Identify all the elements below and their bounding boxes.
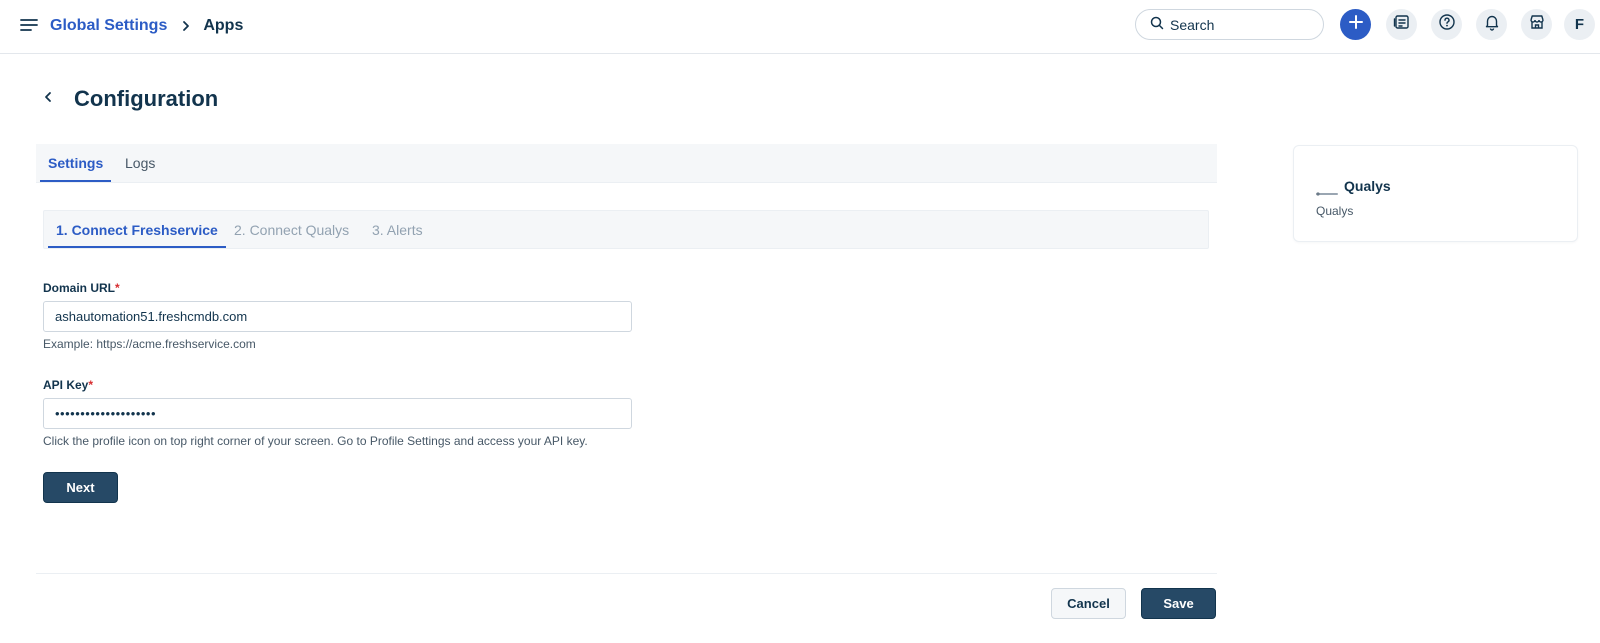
- top-bar: Global Settings Apps Search F: [0, 0, 1600, 54]
- chevron-left-icon: [42, 90, 54, 108]
- breadcrumb-global-settings[interactable]: Global Settings: [50, 17, 167, 35]
- step-alerts[interactable]: 3. Alerts: [372, 211, 423, 248]
- step-connect-freshservice[interactable]: 1. Connect Freshservice: [48, 211, 226, 248]
- back-button[interactable]: [38, 89, 58, 109]
- domain-url-hint: Example: https://acme.freshservice.com: [43, 337, 256, 351]
- tab-settings[interactable]: Settings: [40, 144, 112, 182]
- step-connect-qualys[interactable]: 2. Connect Qualys: [234, 211, 349, 248]
- app-card: Qualys Qualys: [1293, 145, 1578, 242]
- next-button[interactable]: Next: [43, 472, 118, 503]
- cancel-button[interactable]: Cancel: [1051, 588, 1126, 619]
- api-key-field[interactable]: [43, 398, 632, 429]
- service-catalog-button[interactable]: [1386, 9, 1417, 40]
- domain-url-field[interactable]: [43, 301, 632, 332]
- search-input[interactable]: Search: [1135, 9, 1324, 40]
- help-icon: [1438, 13, 1456, 36]
- breadcrumb-apps: Apps: [203, 17, 244, 34]
- search-placeholder: Search: [1170, 16, 1215, 33]
- chevron-right-icon: [181, 20, 191, 32]
- tab-logs[interactable]: Logs: [123, 144, 157, 182]
- domain-url-label: Domain URL*: [43, 281, 120, 295]
- avatar[interactable]: F: [1564, 9, 1595, 40]
- page-title: Configuration: [74, 86, 219, 111]
- step-tabs: 1. Connect Freshservice 2. Connect Qualy…: [43, 210, 1209, 249]
- required-mark: *: [115, 281, 120, 295]
- menu-icon[interactable]: [18, 14, 40, 36]
- api-key-hint: Click the profile icon on top right corn…: [43, 434, 588, 448]
- notifications-button[interactable]: [1476, 9, 1507, 40]
- breadcrumb: Global Settings Apps: [50, 14, 243, 38]
- search-icon: [1150, 16, 1170, 33]
- api-key-label-text: API Key: [43, 378, 89, 392]
- plus-icon: [1348, 14, 1364, 35]
- api-key-label: API Key*: [43, 378, 93, 392]
- main-tabs: Settings Logs: [36, 144, 1217, 183]
- marketplace-button[interactable]: [1521, 9, 1552, 40]
- save-button[interactable]: Save: [1141, 588, 1216, 619]
- app-name: Qualys: [1344, 178, 1391, 194]
- required-mark: *: [88, 378, 94, 392]
- footer-divider: [36, 573, 1217, 574]
- marketplace-icon: [1528, 13, 1546, 36]
- bell-icon: [1483, 13, 1501, 36]
- add-button[interactable]: [1340, 9, 1371, 40]
- qualys-logo: [1316, 183, 1338, 196]
- help-button[interactable]: [1431, 9, 1462, 40]
- domain-url-label-text: Domain URL: [43, 281, 115, 295]
- service-catalog-icon: [1393, 13, 1411, 36]
- app-subtitle: Qualys: [1316, 204, 1354, 218]
